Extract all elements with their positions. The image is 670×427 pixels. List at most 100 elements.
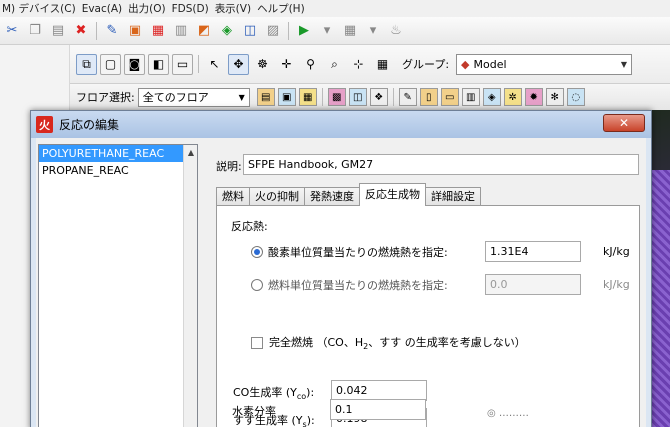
results-icon[interactable]: ▦ [340,21,360,41]
window-tool-icon[interactable]: ▭ [440,88,459,106]
description-input[interactable]: SFPE Handbook, GM27 [243,154,639,175]
menu-bar: M) デバイス(C) Evac(A) 出力(O) FDS(D) 表示(V) ヘル… [0,0,670,17]
floor-toolbar: フロア選択: 全てのフロア ▼ ▤ ▣ ▦ ▩ ◫ ❖ ✎ ▯ ▭ ▥ ◈ ✲ … [70,84,670,110]
chevron-down-icon: ▼ [238,92,245,102]
edit-reactions-dialog: 火 反応の編集 ✕ POLYURETHANE_REAC PROPANE_REAC… [30,110,652,427]
view-outline-icon[interactable]: ▭ [172,53,193,75]
model-icon: ◆ [461,57,470,71]
complete-combustion-checkbox[interactable] [251,337,263,349]
brush-tool-icon[interactable]: ✎ [398,88,417,106]
oxygen-heat-unit: kJ/kg [603,245,630,258]
cut-icon[interactable]: ✂ [2,21,22,41]
menu-output[interactable]: 出力(O) [128,1,171,16]
orbit-icon[interactable]: ✥ [228,53,249,75]
group-label: グループ: [402,58,450,71]
vent-tool-icon[interactable]: ❖ [369,88,388,106]
oxygen-heat-option[interactable]: 酸素単位質量当たりの燃焼熱を指定: [251,242,448,262]
run-dropdown-icon[interactable]: ▾ [317,21,337,41]
room-tool-icon[interactable]: ▣ [277,88,296,106]
view-3d-icon[interactable]: ◙ [124,53,145,75]
material-icon[interactable]: ▥ [171,21,191,41]
tab-byproducts[interactable]: 反応生成物 [359,183,426,206]
obstruction-tool-icon[interactable]: ▩ [327,88,346,106]
walk-icon[interactable]: ☸ [252,54,273,75]
hole-tool-icon[interactable]: ◫ [348,88,367,106]
pyrosim-fire-icon: 火 [36,116,53,133]
copy-icon[interactable]: ❐ [25,21,45,41]
oxygen-heat-input[interactable]: 1.31E4 [485,241,581,262]
dialog-title: 反応の編集 [59,118,120,132]
toolbar-divider [321,88,323,106]
edit-icon[interactable]: ✎ [102,21,122,41]
complete-combustion-option[interactable]: 完全燃焼 （CO、H2、すす の生成率を考慮しない） [251,334,526,352]
close-button[interactable]: ✕ [603,114,645,132]
reaction-list[interactable]: POLYURETHANE_REAC PROPANE_REAC ▲ [38,144,198,427]
device-icon[interactable]: ◈ [217,21,237,41]
co-yield-input[interactable]: 0.042 [331,380,427,401]
tab-fuel[interactable]: 燃料 [216,187,250,206]
fuel-heat-option[interactable]: 燃料単位質量当たりの燃焼熱を指定: [251,275,448,295]
hydrogen-fraction-input[interactable]: 0.1 [330,399,426,420]
view-2d-icon[interactable]: ▢ [100,53,121,75]
co-yield-label: CO生成率 (Yco): [233,386,315,402]
description-label: 説明: [216,160,242,173]
scroll-up-icon[interactable]: ▲ [184,145,198,159]
fuel-heat-input[interactable]: 0.0 [485,274,581,295]
delete-icon[interactable]: ✖ [71,21,91,41]
paste-icon[interactable]: ▤ [48,21,68,41]
particle-tool-icon[interactable]: ◌ [566,88,585,106]
results-dropdown-icon[interactable]: ▾ [363,21,383,41]
reaction-list-item[interactable]: PROPANE_REAC [39,162,197,179]
fuel-heat-unit: kJ/kg [603,278,630,291]
chevron-down-icon: ▼ [620,59,628,69]
dialog-titlebar[interactable]: 火 反応の編集 ✕ [31,111,651,138]
menu-view[interactable]: 表示(V) [215,1,257,16]
snap-icon[interactable]: ⊹ [348,54,369,75]
sprinkler-tool-icon[interactable]: ✻ [545,88,564,106]
zoom-icon[interactable]: ⚲ [300,54,321,75]
reaction-list-item[interactable]: POLYURETHANE_REAC [39,145,197,162]
tab-advanced[interactable]: 詳細設定 [425,187,481,206]
run-icon[interactable]: ▶ [294,21,314,41]
door-tool-icon[interactable]: ▯ [419,88,438,106]
list-scrollbar[interactable]: ▲ [183,145,197,427]
heater-tool-icon[interactable]: ✹ [524,88,543,106]
menu-evac[interactable]: Evac(A) [82,3,128,15]
view-shaded-icon[interactable]: ◧ [148,53,169,75]
toolbar-divider [288,21,289,40]
wall-tool-icon[interactable]: ▤ [256,88,275,106]
reaction-icon[interactable]: ▣ [125,21,145,41]
grid-icon[interactable]: ▦ [372,54,393,75]
fan-tool-icon[interactable]: ✲ [503,88,522,106]
evac-icon[interactable]: ▨ [263,21,283,41]
hydrogen-fraction-label: 水素分率 [232,405,276,418]
menu-fds[interactable]: FDS(D) [172,3,215,15]
fuel-heat-radio[interactable] [251,279,263,291]
block-tool-icon[interactable]: ▦ [298,88,317,106]
toolbar-divider [198,55,199,73]
navigation-toolbar: ⧉ ▢ ◙ ◧ ▭ ↖ ✥ ☸ ✛ ⚲ ⌕ ⊹ ▦ グループ: ◆ Model … [70,45,670,84]
tab-fire-suppression[interactable]: 火の抑制 [249,187,305,206]
menu-help[interactable]: ヘルプ(H) [257,1,311,16]
fuel-heat-label: 燃料単位質量当たりの燃焼熱を指定: [268,279,448,292]
menu-device[interactable]: M) デバイス(C) [2,1,82,16]
control-icon[interactable]: ◫ [240,21,260,41]
oxygen-heat-radio[interactable] [251,246,263,258]
select-pointer-icon[interactable]: ↖ [204,54,225,75]
fire-icon[interactable]: ♨ [386,21,406,41]
group-select[interactable]: ◆ Model ▼ [456,53,633,75]
byproducts-panel: 反応熱: 酸素単位質量当たりの燃焼熱を指定: 1.31E4 kJ/kg 燃料単位… [216,205,640,427]
zoom-box-icon[interactable]: ⌕ [324,54,345,75]
floor-select[interactable]: 全てのフロア ▼ [137,87,250,107]
surface-icon[interactable]: ▦ [148,21,168,41]
dialog-body: POLYURETHANE_REAC PROPANE_REAC ▲ 説明: SFP… [36,138,646,427]
stair-tool-icon[interactable]: ▥ [461,88,480,106]
group-select-value: Model [473,57,507,71]
pan-icon[interactable]: ✛ [276,54,297,75]
tab-heat-release-rate[interactable]: 発熱速度 [304,187,360,206]
thermocouple-tool-icon[interactable]: ◈ [482,88,501,106]
particle-icon[interactable]: ◩ [194,21,214,41]
floor-select-value: 全てのフロア [142,91,209,104]
watermark: ◎ ……… [487,408,529,419]
view-all-icon[interactable]: ⧉ [76,53,97,75]
